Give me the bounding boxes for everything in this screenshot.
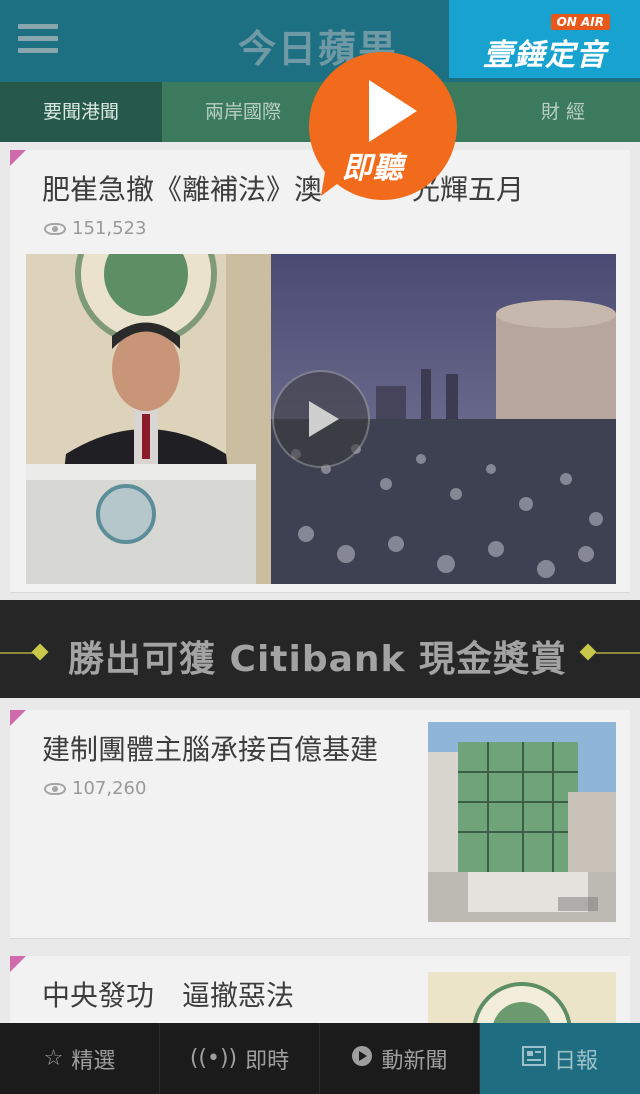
onair-radio-button[interactable]: ON AIR 壹錘定音 [449,0,640,78]
nav-instant[interactable]: ((•)) 即時 [160,1023,320,1094]
corner-tag [10,956,26,972]
newspaper-icon [521,1045,546,1072]
nav-featured[interactable]: ☆ 精選 [0,1023,160,1094]
article-thumbnail[interactable] [428,972,616,1026]
view-count: 107,260 [44,778,146,799]
video-thumbnail[interactable] [26,254,616,584]
article-card[interactable]: 建制團體主腦承接百億基建 107,260 [10,710,630,939]
nav-featured-label: 精選 [71,1048,116,1074]
hamburger-menu-icon[interactable] [18,24,58,58]
nav-daily-label: 日報 [553,1048,598,1074]
article-thumbnail[interactable] [428,722,616,922]
banner-decor-diamond [579,643,597,661]
article-card[interactable]: 中央發功 逼撤惡法 [10,956,630,1027]
tab-finance[interactable]: 財 經 [486,82,640,142]
corner-tag [10,710,26,726]
live-listen-label: 即聽 [342,151,404,186]
promo-banner[interactable]: 勝出可獲 Citibank 現金獎賞 [0,600,640,698]
bottom-navigation: ☆ 精選 ((•)) 即時 動新聞 日報 [0,1023,640,1094]
view-count-value: 107,260 [72,778,147,799]
banner-decor-diamond [31,643,49,661]
broadcast-icon: ((•)) [189,1046,238,1071]
onair-badge: ON AIR [550,14,610,30]
banner-decor-line [0,652,34,654]
banner-decor-line [596,652,640,654]
nav-animated-news[interactable]: 動新聞 [320,1023,480,1094]
nav-instant-label: 即時 [245,1048,290,1074]
tab-hk-news[interactable]: 要聞港聞 [0,82,162,142]
tab-cross-strait-intl[interactable]: 兩岸國際 [162,82,324,142]
view-count-value: 151,523 [72,218,147,239]
headline-text: 肥崔急撤《離補法》澳 [42,173,323,206]
article-card[interactable]: 肥崔急撤《離補法》澳 光輝五月 151,523 [10,150,630,593]
article-headline[interactable]: 建制團體主腦承接百億基建 [42,728,378,768]
star-icon: ☆ [43,1046,64,1071]
play-circle-icon [351,1045,373,1073]
corner-tag [10,150,26,166]
onair-program-name: 壹錘定音 [483,38,607,73]
nav-daily[interactable]: 日報 [480,1023,640,1094]
nav-animated-news-label: 動新聞 [381,1048,448,1074]
article-headline[interactable]: 中央發功 逼撤惡法 [42,974,294,1014]
view-count: 151,523 [44,218,146,239]
banner-text: 勝出可獲 Citibank 現金獎賞 [68,639,568,680]
eye-icon [44,222,66,235]
eye-icon [44,782,66,795]
